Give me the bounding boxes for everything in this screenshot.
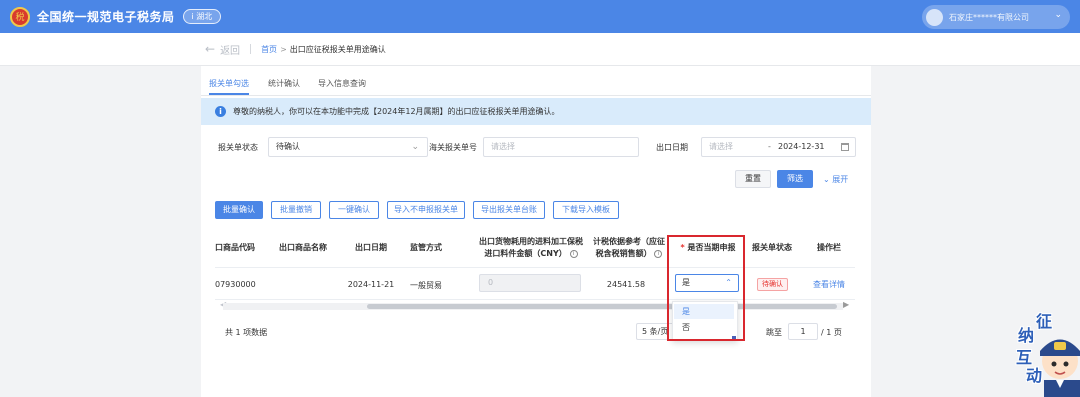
- breadcrumb-divider: [250, 44, 252, 54]
- top-navigation-bar: 税 全国统一规范电子税务局 i 湖北 石家庄******有限公司 ⌄: [0, 0, 1080, 33]
- app-title: 全国统一规范电子税务局: [37, 10, 175, 24]
- status-badge: 待确认: [757, 278, 788, 291]
- back-arrow-icon: ←: [205, 42, 216, 56]
- customs-no-input[interactable]: 请选择: [483, 137, 639, 157]
- total-pages: / 1 页: [821, 328, 842, 337]
- user-menu[interactable]: 石家庄******有限公司 ⌄: [922, 5, 1070, 29]
- breadcrumb-separator: >: [280, 44, 287, 54]
- material-amount-header-line2: 进口料件金额（CNY） i: [469, 248, 593, 260]
- user-avatar: [926, 8, 943, 26]
- tab-bar: 报关单勾选 统计确认 导入信息查询: [201, 66, 871, 96]
- header-divider: [215, 267, 855, 268]
- watermark-char-zheng: 征: [1036, 312, 1053, 331]
- batch-confirm-button[interactable]: 批量确认: [215, 201, 263, 219]
- cell-supervision: 一般贸易: [410, 281, 442, 290]
- expand-toggle[interactable]: ⌄ 展开: [823, 174, 848, 185]
- cell-tax-basis: 24541.58: [606, 280, 646, 289]
- row-divider: [215, 299, 855, 300]
- cell-product-code: 07930000: [215, 280, 256, 289]
- col-header-product-code: 口商品代码: [215, 243, 255, 252]
- export-ledger-button[interactable]: 导出报关单台账: [473, 201, 545, 219]
- col-header-actions: 操作栏: [817, 243, 841, 252]
- export-date-label: 出口日期: [656, 143, 688, 152]
- help-icon[interactable]: i: [654, 249, 663, 258]
- calendar-icon: [841, 143, 849, 151]
- customs-no-label: 海关报关单号: [429, 143, 477, 152]
- col-header-tax-basis: 计税依据参考（应征 税含税销售额） i: [591, 236, 667, 260]
- tax-basis-header-text: 税含税销售额）: [595, 249, 652, 258]
- tax-basis-header-line1: 计税依据参考（应征: [593, 237, 665, 246]
- batch-cancel-button[interactable]: 批量撤销: [271, 201, 321, 219]
- col-header-status: 报关单状态: [752, 243, 792, 252]
- region-badge[interactable]: i 湖北: [182, 9, 222, 24]
- watermark-char-dong: 动: [1026, 366, 1043, 385]
- tab-statistics-confirm[interactable]: 统计确认: [268, 78, 300, 89]
- material-amount-header-text: 进口料件金额（CNY）: [484, 249, 567, 258]
- tax-emblem-logo: 税: [10, 6, 30, 27]
- user-menu-chevron-icon[interactable]: ⌄: [1054, 10, 1062, 20]
- filter-button[interactable]: 筛选: [777, 170, 813, 188]
- breadcrumb-current: 出口应征税报关单用途确认: [289, 44, 386, 54]
- horizontal-scrollbar[interactable]: [223, 303, 843, 310]
- one-click-confirm-button[interactable]: 一键确认: [329, 201, 379, 219]
- scrollbar-thumb[interactable]: [367, 304, 837, 309]
- annotation-highlight-box: [667, 235, 745, 341]
- main-card: 报关单勾选 统计确认 导入信息查询 i 尊敬的纳税人，你可以在本功能中完成【20…: [201, 66, 871, 397]
- back-label: 返回: [220, 45, 241, 57]
- col-header-product-name: 出口商品名称: [279, 243, 327, 252]
- jump-label: 跳至: [766, 328, 782, 337]
- mascot-watermark: 征 纳 互 动: [1008, 306, 1080, 397]
- customs-no-placeholder: 请选择: [491, 142, 515, 151]
- notice-text: 尊敬的纳税人，你可以在本功能中完成【2024年12月属期】的出口应征税报关单用途…: [233, 107, 560, 116]
- notice-banner: i 尊敬的纳税人，你可以在本功能中完成【2024年12月属期】的出口应征税报关单…: [201, 98, 871, 125]
- col-header-export-date: 出口日期: [355, 243, 387, 252]
- cell-material-amount-input: 0: [479, 274, 581, 292]
- active-tab-indicator: [209, 93, 249, 95]
- user-name: 石家庄******有限公司: [949, 12, 1029, 22]
- breadcrumb-bar: ← 返回 首页 > 出口应征税报关单用途确认: [0, 33, 1080, 66]
- cell-export-date: 2024-11-21: [347, 280, 395, 289]
- export-date-end: 2024-12-31: [778, 142, 825, 151]
- reset-button[interactable]: 重置: [735, 170, 771, 188]
- chevron-down-icon: ⌄: [411, 142, 419, 152]
- view-detail-link[interactable]: 查看详情: [813, 279, 845, 290]
- date-range-dash: -: [768, 142, 771, 151]
- total-count: 共 1 项数据: [225, 328, 268, 337]
- watermark-char-na: 纳: [1018, 326, 1035, 345]
- status-filter-value: 待确认: [276, 142, 300, 151]
- import-no-declare-button[interactable]: 导入不申报报关单: [387, 201, 465, 219]
- back-button[interactable]: ← 返回: [205, 42, 240, 57]
- tax-basis-header-line2: 税含税销售额） i: [591, 248, 667, 260]
- status-filter-label: 报关单状态: [218, 143, 258, 152]
- status-filter-select[interactable]: 待确认 ⌄: [268, 137, 428, 157]
- col-header-material-amount: 出口货物耗用的进料加工保税 进口料件金额（CNY） i: [469, 236, 593, 260]
- help-icon[interactable]: i: [569, 249, 578, 258]
- breadcrumb-home-link[interactable]: 首页: [261, 44, 277, 55]
- tab-declaration-select[interactable]: 报关单勾选: [209, 78, 249, 89]
- export-date-start-placeholder: 请选择: [709, 142, 733, 151]
- export-date-range-picker[interactable]: 请选择 - 2024-12-31: [701, 137, 856, 157]
- material-amount-header-line1: 出口货物耗用的进料加工保税: [479, 237, 583, 246]
- logo-char: 税: [15, 13, 25, 23]
- page-jump-input[interactable]: 1: [788, 323, 818, 340]
- info-icon: i: [215, 106, 226, 117]
- col-header-supervision: 监管方式: [410, 243, 442, 252]
- download-template-button[interactable]: 下载导入模板: [553, 201, 619, 219]
- scroll-right-icon[interactable]: ▶: [843, 300, 849, 309]
- tab-import-query[interactable]: 导入信息查询: [318, 78, 366, 89]
